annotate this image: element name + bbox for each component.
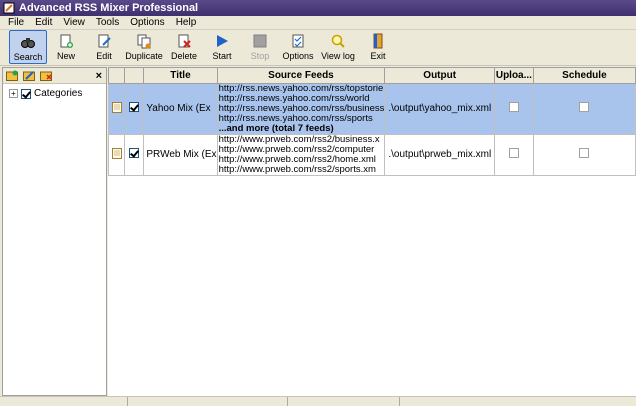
menu-file[interactable]: File (3, 17, 30, 28)
delete-category-icon[interactable] (40, 70, 52, 81)
delete-label: Delete (170, 51, 197, 61)
magnifier-icon (331, 34, 345, 48)
row-enabled-checkbox[interactable] (129, 102, 140, 112)
duplicate-button[interactable]: Duplicate (123, 30, 165, 64)
column-header-icon[interactable] (107, 68, 126, 84)
title-bar: Advanced RSS Mixer Professional (0, 0, 636, 16)
stop-icon (253, 34, 267, 48)
options-button[interactable]: Options (279, 30, 317, 64)
row-output: .\output\prweb_mix.xml (384, 133, 496, 176)
edit-category-icon[interactable] (23, 70, 35, 81)
row-enabled-checkbox[interactable] (129, 148, 140, 158)
column-header-source-feeds[interactable]: Source Feeds (216, 68, 386, 84)
feed-url: http://www.prweb.com/rss2/business.x (218, 134, 380, 145)
expand-icon[interactable]: + (9, 89, 18, 98)
menu-edit[interactable]: Edit (30, 17, 58, 28)
row-upload-cell (494, 82, 534, 135)
feed-url: http://rss.news.yahoo.com/rss/topstorie (218, 83, 384, 94)
categories-checkbox[interactable] (21, 88, 31, 99)
feed-url: http://rss.news.yahoo.com/rss/sports (218, 112, 373, 124)
mix-table: Title Source Feeds Output Uploa... Sched… (107, 67, 636, 396)
feeds-more: ...and more (total 7 feeds) (218, 122, 334, 134)
table-row[interactable]: PRWeb Mix (Ex http://www.prweb.com/rss2/… (107, 133, 636, 176)
play-icon (217, 35, 228, 47)
document-icon (111, 147, 122, 159)
row-feeds: http://rss.news.yahoo.com/rss/topstorie … (216, 82, 386, 135)
delete-icon (178, 34, 191, 48)
feed-url: http://www.prweb.com/rss2/sports.xm (218, 163, 376, 175)
row-enabled-cell (124, 133, 145, 176)
categories-pane: × + Categories (2, 67, 107, 396)
row-feeds: http://www.prweb.com/rss2/business.x htt… (216, 133, 386, 176)
add-category-icon[interactable] (6, 70, 18, 81)
upload-checkbox[interactable] (508, 102, 519, 112)
edit-document-icon (98, 34, 111, 48)
window-title: Advanced RSS Mixer Professional (19, 2, 199, 14)
view-log-button[interactable]: View log (317, 30, 359, 64)
menu-help[interactable]: Help (171, 17, 203, 28)
search-label: Search (13, 52, 43, 62)
schedule-checkbox[interactable] (579, 102, 590, 112)
start-label: Start (212, 51, 232, 61)
row-enabled-cell (124, 82, 145, 135)
new-document-icon (60, 34, 73, 48)
row-icon-cell (107, 133, 126, 176)
column-header-schedule[interactable]: Schedule (532, 68, 636, 84)
edit-button[interactable]: Edit (85, 30, 123, 64)
row-title: PRWeb Mix (Ex (143, 133, 218, 176)
table-row[interactable]: Yahoo Mix (Ex http://rss.news.yahoo.com/… (107, 82, 636, 135)
tree-item-categories[interactable]: + Categories (3, 84, 106, 99)
feed-url: http://www.prweb.com/rss2/home.xml (218, 153, 376, 165)
feed-url: http://rss.news.yahoo.com/rss/business (218, 102, 385, 114)
delete-button[interactable]: Delete (165, 30, 203, 64)
status-panel (128, 397, 288, 406)
close-icon[interactable]: × (96, 70, 102, 82)
app-icon (3, 2, 15, 14)
duplicate-label: Duplicate (125, 51, 163, 61)
toolbar: Search New Edit Duplicate Delete Start S… (0, 30, 636, 66)
status-panel (0, 397, 128, 406)
document-icon (111, 101, 122, 113)
upload-checkbox[interactable] (508, 148, 519, 158)
edit-label: Edit (96, 51, 112, 61)
menu-view[interactable]: View (58, 17, 91, 28)
new-button[interactable]: New (47, 30, 85, 64)
row-schedule-cell (532, 82, 636, 135)
options-label: Options (282, 51, 314, 61)
column-header-enabled[interactable] (124, 68, 145, 84)
start-button[interactable]: Start (203, 30, 241, 64)
row-schedule-cell (532, 133, 636, 176)
binoculars-icon (21, 38, 35, 48)
status-bar (0, 396, 636, 406)
stop-label: Stop (250, 51, 270, 61)
schedule-checkbox[interactable] (579, 148, 590, 158)
row-upload-cell (494, 133, 534, 176)
categories-toolbar: × (3, 68, 106, 84)
exit-button[interactable]: Exit (359, 30, 397, 64)
feed-url: http://www.prweb.com/rss2/computer (218, 143, 375, 155)
tree-label: Categories (34, 88, 83, 99)
menu-bar: File Edit View Tools Options Help (0, 16, 636, 30)
checklist-icon (292, 34, 304, 48)
feed-url: http://rss.news.yahoo.com/rss/world (218, 92, 370, 104)
column-header-title[interactable]: Title (143, 68, 218, 84)
row-output: .\output\yahoo_mix.xml (384, 82, 496, 135)
view-log-label: View log (321, 51, 355, 61)
stop-button[interactable]: Stop (241, 30, 279, 64)
status-panel (288, 397, 400, 406)
exit-door-icon (373, 33, 383, 49)
duplicate-icon (137, 34, 151, 49)
search-button[interactable]: Search (9, 30, 47, 64)
exit-label: Exit (370, 51, 386, 61)
menu-options[interactable]: Options (125, 17, 170, 28)
row-icon-cell (107, 82, 126, 135)
row-title: Yahoo Mix (Ex (143, 82, 218, 135)
column-header-output[interactable]: Output (384, 68, 496, 84)
new-label: New (56, 51, 75, 61)
column-header-upload[interactable]: Uploa... (494, 68, 534, 84)
menu-tools[interactable]: Tools (91, 17, 125, 28)
